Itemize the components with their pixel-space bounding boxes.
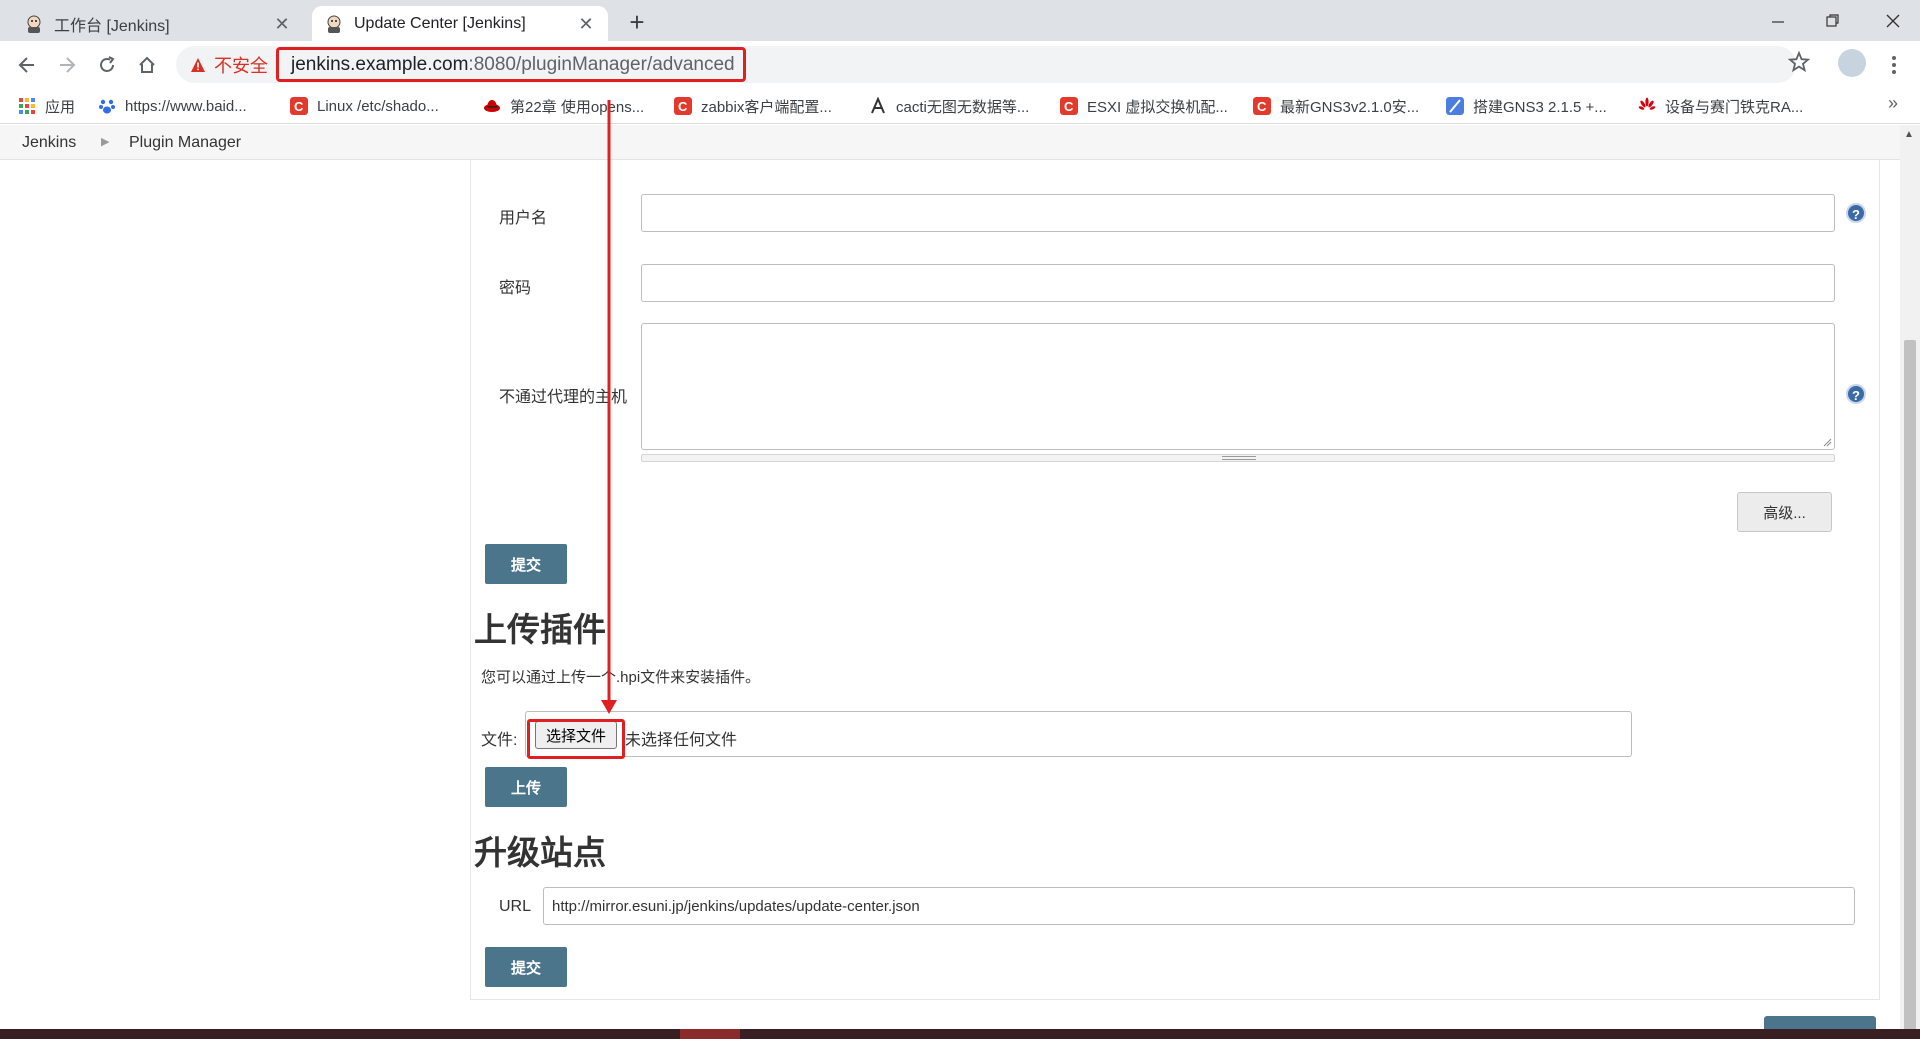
svg-text:C: C bbox=[1257, 99, 1267, 114]
page-scrollbar[interactable]: ▲ bbox=[1900, 125, 1920, 1039]
home-icon[interactable] bbox=[131, 49, 163, 81]
tab-strip: 工作台 [Jenkins] ✕ Update Center [Jenkins] … bbox=[0, 0, 1920, 41]
close-tab-icon[interactable]: ✕ bbox=[272, 14, 292, 34]
bookmark-item[interactable]: C Linux /etc/shado... bbox=[290, 95, 439, 117]
bookmark-item[interactable]: C ESXI 虚拟交换机配... bbox=[1060, 95, 1228, 117]
help-icon[interactable]: ? bbox=[1846, 203, 1866, 223]
browser-toolbar: 不安全 jenkins.example.com:8080/pluginManag… bbox=[0, 41, 1920, 88]
breadcrumb-jenkins[interactable]: Jenkins bbox=[22, 134, 76, 152]
bookmark-item[interactable]: 设备与赛门铁克RA... bbox=[1638, 95, 1803, 117]
bookmark-label: 第22章 使用opens... bbox=[510, 98, 645, 116]
bottom-strip bbox=[0, 1029, 1920, 1039]
bookmark-label: Linux /etc/shado... bbox=[317, 97, 439, 115]
scrollbar-thumb[interactable] bbox=[1904, 340, 1916, 1039]
bookmark-label: https://www.baid... bbox=[125, 97, 247, 115]
svg-text:C: C bbox=[1064, 99, 1074, 114]
password-input[interactable] bbox=[641, 264, 1835, 302]
textarea-resize-bar[interactable] bbox=[641, 454, 1835, 462]
bookmark-item[interactable]: 第22章 使用opens... bbox=[483, 95, 644, 117]
jenkins-favicon-icon bbox=[327, 15, 341, 33]
reload-icon[interactable] bbox=[91, 49, 123, 81]
cacti-icon bbox=[871, 97, 885, 114]
restore-icon[interactable] bbox=[1805, 0, 1860, 41]
bookmark-label: ESXI 虚拟交换机配... bbox=[1087, 98, 1228, 116]
bookmarks-bar: 应用 https://www.baid... C Linux /etc/shad… bbox=[0, 88, 1920, 124]
file-input[interactable]: 选择文件 未选择任何文件 bbox=[525, 711, 1632, 757]
csdn-c-icon: C bbox=[674, 97, 692, 115]
bookmark-item[interactable]: C 最新GNS3v2.1.0安... bbox=[1253, 95, 1419, 117]
svg-text:C: C bbox=[294, 99, 304, 114]
url-label: URL bbox=[499, 898, 532, 915]
forward-arrow-icon[interactable] bbox=[51, 49, 83, 81]
huawei-icon bbox=[1638, 97, 1656, 110]
bookmark-item[interactable]: cacti无图无数据等... bbox=[869, 95, 1029, 117]
warning-triangle-icon bbox=[191, 57, 205, 72]
no-proxy-hosts-label: 不通过代理的主机 bbox=[499, 389, 628, 406]
annotation-highlight-box bbox=[527, 719, 625, 759]
apps-grid-icon bbox=[19, 98, 35, 114]
bookmarks-overflow-icon[interactable]: » bbox=[1888, 93, 1898, 114]
bookmark-label: 最新GNS3v2.1.0安... bbox=[1280, 98, 1420, 116]
minimize-icon[interactable] bbox=[1750, 0, 1805, 41]
baidu-paw-icon bbox=[99, 99, 115, 114]
address-bar[interactable]: 不安全 jenkins.example.com:8080/pluginManag… bbox=[176, 46, 1796, 83]
svg-text:C: C bbox=[678, 99, 688, 114]
csdn-c-icon: C bbox=[290, 97, 308, 115]
new-tab-button[interactable]: + bbox=[622, 8, 652, 38]
upload-description: 您可以通过上传一个.hpi文件来安装插件。 bbox=[481, 669, 761, 686]
bookmark-label: zabbix客户端配置... bbox=[701, 98, 832, 116]
security-indicator[interactable]: 不安全 bbox=[190, 46, 268, 83]
no-file-selected-text: 未选择任何文件 bbox=[625, 732, 738, 749]
url-text[interactable]: jenkins.example.com:8080/pluginManager/a… bbox=[276, 47, 746, 82]
username-label: 用户名 bbox=[499, 210, 548, 227]
bottom-right-button[interactable] bbox=[1764, 1016, 1876, 1029]
csdn-c-icon: C bbox=[1253, 97, 1271, 115]
feather-icon bbox=[1446, 97, 1464, 115]
bookmark-label: 应用 bbox=[45, 98, 76, 116]
url-path: :8080/pluginManager/advanced bbox=[468, 53, 735, 75]
jenkins-favicon-icon bbox=[27, 15, 41, 33]
redhat-icon bbox=[484, 100, 500, 112]
no-proxy-hosts-textarea[interactable] bbox=[641, 323, 1835, 450]
proxy-submit-button[interactable]: 提交 bbox=[485, 544, 567, 584]
help-icon[interactable]: ? bbox=[1846, 384, 1866, 404]
update-site-heading: 升级站点 bbox=[474, 834, 606, 871]
bookmark-star-icon[interactable] bbox=[1787, 50, 1811, 78]
url-host: jenkins.example.com bbox=[291, 53, 469, 75]
upload-plugin-heading: 上传插件 bbox=[474, 611, 606, 648]
bookmark-label: cacti无图无数据等... bbox=[896, 98, 1030, 116]
profile-avatar[interactable] bbox=[1838, 49, 1866, 77]
breadcrumb-separator-icon: ▶ bbox=[101, 136, 110, 148]
resize-handle-icon[interactable] bbox=[1822, 437, 1832, 447]
menu-kebab-icon[interactable] bbox=[1880, 49, 1908, 81]
bookmark-label: 设备与赛门铁克RA... bbox=[1665, 98, 1804, 116]
bookmark-item[interactable]: C zabbix客户端配置... bbox=[674, 95, 832, 117]
bookmark-item[interactable]: 应用 bbox=[18, 95, 75, 117]
bottom-strip-accent bbox=[680, 1029, 740, 1039]
update-site-submit-button[interactable]: 提交 bbox=[485, 947, 567, 987]
tab-title: Update Center [Jenkins] bbox=[354, 14, 526, 32]
tab-title: 工作台 [Jenkins] bbox=[54, 17, 170, 35]
update-site-url-input[interactable]: http://mirror.esuni.jp/jenkins/updates/u… bbox=[543, 887, 1855, 925]
close-tab-icon[interactable]: ✕ bbox=[576, 14, 596, 34]
password-label: 密码 bbox=[499, 280, 532, 297]
scroll-up-arrow-icon[interactable]: ▲ bbox=[1904, 129, 1914, 140]
tab-workbench[interactable]: 工作台 [Jenkins] ✕ bbox=[12, 6, 304, 41]
security-label: 不安全 bbox=[214, 55, 268, 76]
breadcrumb: Jenkins ▶ Plugin Manager bbox=[0, 125, 1900, 160]
username-input[interactable] bbox=[641, 194, 1835, 232]
csdn-c-icon: C bbox=[1060, 97, 1078, 115]
bookmark-item[interactable]: 搭建GNS3 2.1.5 +... bbox=[1446, 95, 1607, 117]
bookmark-item[interactable]: https://www.baid... bbox=[98, 95, 247, 117]
back-arrow-icon[interactable] bbox=[11, 49, 43, 81]
breadcrumb-plugin-manager[interactable]: Plugin Manager bbox=[129, 134, 241, 152]
close-window-icon[interactable] bbox=[1865, 0, 1920, 41]
advanced-button[interactable]: 高级... bbox=[1737, 492, 1832, 532]
tab-update-center[interactable]: Update Center [Jenkins] ✕ bbox=[312, 6, 608, 41]
file-label: 文件: bbox=[481, 732, 518, 749]
bookmark-label: 搭建GNS3 2.1.5 +... bbox=[1473, 98, 1607, 116]
upload-button[interactable]: 上传 bbox=[485, 767, 567, 807]
